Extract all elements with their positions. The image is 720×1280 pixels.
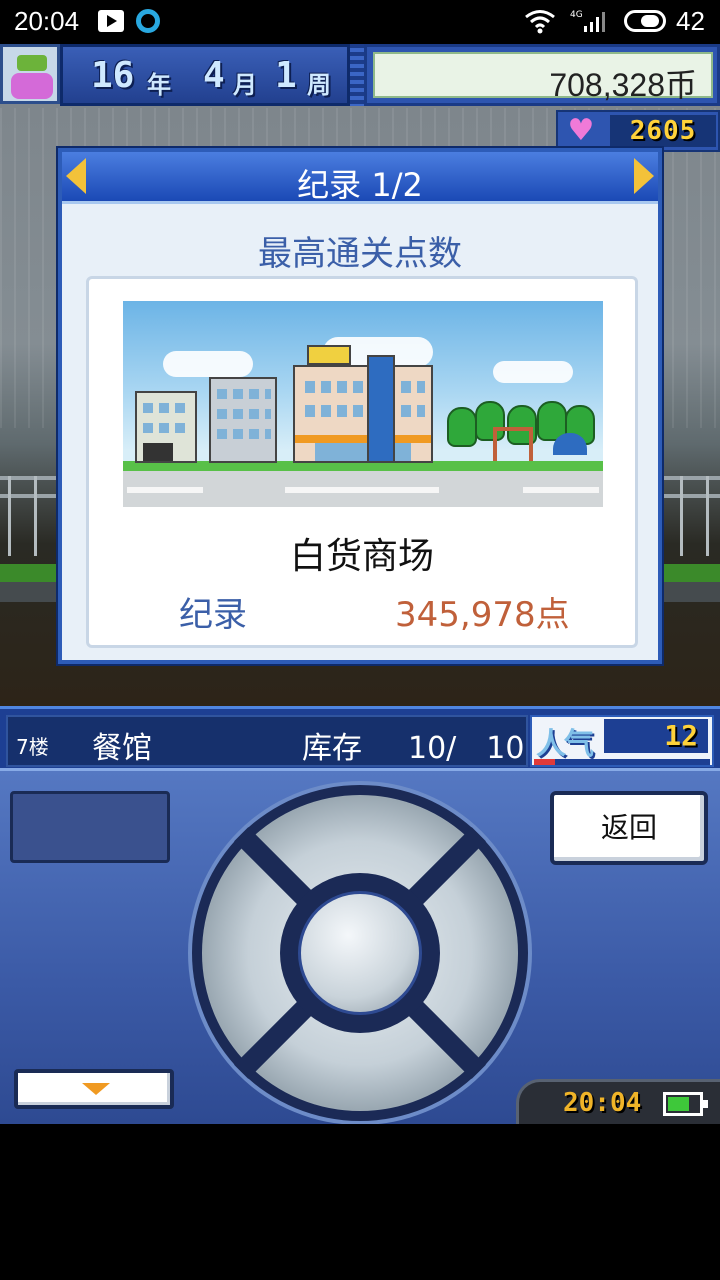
popularity-value: 12 xyxy=(604,719,708,753)
money-display: 708,328币 xyxy=(364,44,720,106)
shop-info: 7楼 餐馆 库存 10/ 10 xyxy=(6,715,528,767)
record-category: 最高通关点数 xyxy=(258,234,462,274)
record-value: 345,978点 xyxy=(395,595,570,635)
heart-icon: ♥ xyxy=(567,113,595,148)
hearts-value: 2605 xyxy=(610,115,716,147)
next-page-arrow-icon[interactable] xyxy=(634,158,654,194)
network-type: 4G xyxy=(570,10,583,20)
date-display: 16 年 4 月 1 周 xyxy=(60,44,350,106)
month-unit: 月 xyxy=(233,71,257,99)
battery-icon xyxy=(624,10,666,32)
dpad-ring[interactable] xyxy=(202,795,518,1111)
grass-left xyxy=(0,564,60,582)
shop-name: 餐馆 xyxy=(92,731,152,766)
floor-info-bar: 7楼 餐馆 库存 10/ 10 人气 12 xyxy=(0,706,720,768)
month-value: 4 xyxy=(203,55,225,96)
year-unit: 年 xyxy=(147,71,171,99)
empty-slot-button[interactable] xyxy=(10,791,170,863)
clock-time: 20:04 xyxy=(563,1088,642,1118)
dialog-header: 纪录 1/2 xyxy=(62,152,658,204)
money-value: 708,328币 xyxy=(549,67,697,103)
wifi-icon xyxy=(525,10,555,34)
battery-level: 42 xyxy=(676,6,705,36)
ring-icon xyxy=(136,9,160,33)
road-left xyxy=(0,582,60,602)
dialog-title: 纪录 1/2 xyxy=(297,166,423,204)
stock-count: 10/ 10 xyxy=(408,731,525,766)
play-icon xyxy=(98,10,124,32)
store-name: 白货商场 xyxy=(289,536,434,577)
hearts-display: ♥ 2605 xyxy=(556,110,720,152)
floor-label: 7楼 xyxy=(16,735,49,759)
hud-separator xyxy=(350,44,364,106)
status-bar: 20:04 4G 42 xyxy=(0,0,720,44)
record-panel: 白货商场 纪录 345,978点 xyxy=(86,276,638,648)
battery-icon xyxy=(663,1092,708,1116)
railing-right xyxy=(660,476,720,566)
stock-label: 库存 xyxy=(302,731,362,766)
bottom-bar xyxy=(0,1124,720,1280)
popularity-meter: 人气 12 xyxy=(530,715,714,767)
battery-fill xyxy=(668,1097,689,1111)
back-button[interactable]: 返回 xyxy=(550,791,708,865)
grass-right xyxy=(660,564,720,582)
popularity-label: 人气 xyxy=(536,727,594,762)
store-preview-image xyxy=(123,301,603,507)
popularity-bar xyxy=(534,759,710,765)
scroll-down-button[interactable] xyxy=(14,1069,174,1109)
dpad-center-button[interactable] xyxy=(298,891,422,1015)
controller-panel: 返回 20:04 xyxy=(0,768,720,1127)
record-dialog: 纪录 1/2 最高通关点数 白货商场 纪录 345,978点 xyxy=(58,148,662,664)
road-right xyxy=(660,582,720,602)
status-time: 20:04 xyxy=(14,6,80,36)
week-value: 1 xyxy=(275,55,297,96)
year-value: 16 xyxy=(91,55,135,96)
popularity-bar-fill xyxy=(534,759,556,765)
store-emblem-icon[interactable] xyxy=(0,44,60,104)
game-clock: 20:04 xyxy=(516,1079,720,1127)
railing-left xyxy=(0,476,60,566)
signal-icon: 4G xyxy=(570,10,605,32)
record-label: 纪录 xyxy=(179,595,247,635)
dpad[interactable] xyxy=(192,785,528,1121)
week-unit: 周 xyxy=(307,71,331,99)
